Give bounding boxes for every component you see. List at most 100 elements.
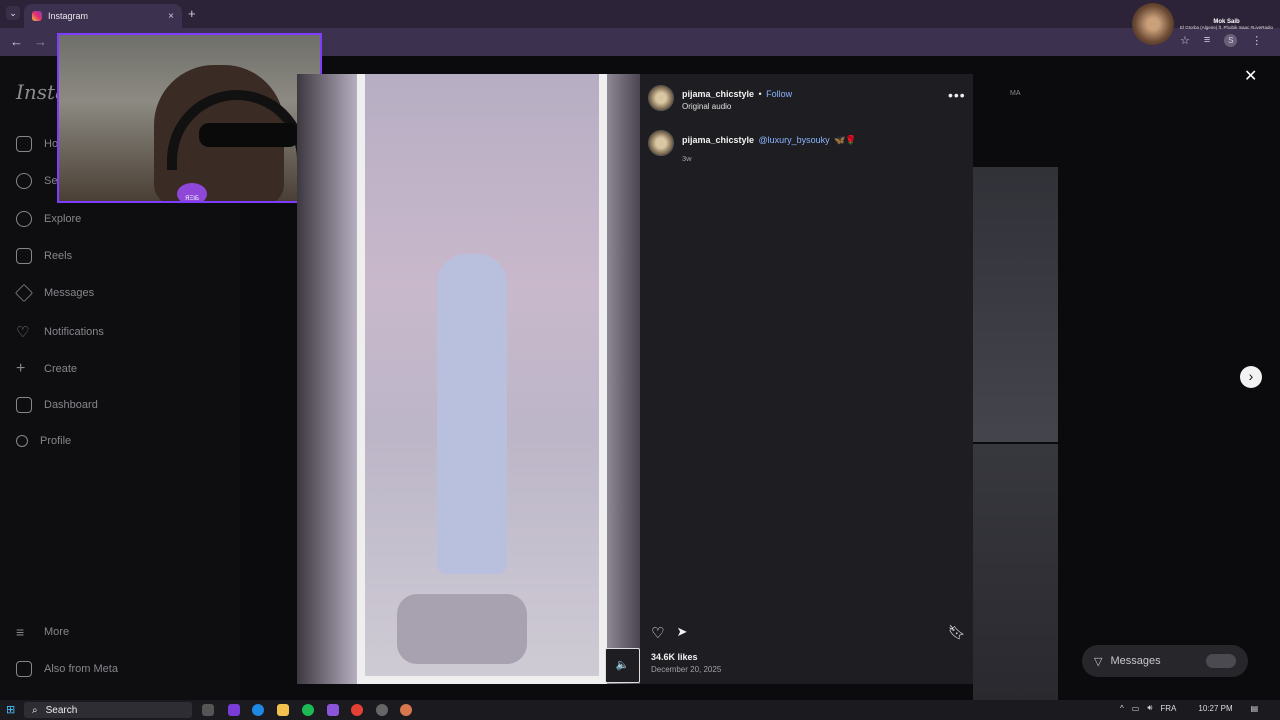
like-heart-icon[interactable]: ♡ [651, 624, 664, 642]
caption-emoji: 🦋🌹 [834, 135, 857, 145]
heart-icon: ♡ [16, 324, 30, 341]
forward-button[interactable]: → [34, 34, 47, 49]
twitch-icon[interactable] [327, 704, 339, 716]
sidebar-item-profile[interactable]: Profile [16, 435, 71, 447]
taskbar-search-label: Search [45, 704, 78, 716]
close-modal-icon[interactable]: ✕ [1244, 66, 1257, 86]
task-view-icon[interactable] [202, 704, 214, 716]
plus-icon: + [16, 360, 26, 377]
post-actions: ♡ ➤ [651, 624, 687, 642]
sidebar-item-label: Ho [44, 138, 59, 150]
caption-avatar[interactable] [648, 130, 674, 156]
spotify-icon[interactable] [302, 704, 314, 716]
bookmark-icon[interactable]: 🔖︎ [948, 624, 966, 641]
hamburger-icon: ≡ [16, 624, 25, 640]
taskbar-search[interactable]: ⌕ Search [24, 702, 192, 718]
tab-instagram[interactable]: Instagram × [24, 4, 182, 28]
browser-toolbar-right: ☆ ≡ S ⋮ [1180, 34, 1262, 47]
share-icon[interactable]: ➤ [676, 624, 687, 642]
search-icon [16, 173, 32, 189]
sidebar-item-explore[interactable]: Explore [16, 211, 81, 227]
messages-button[interactable]: ▽ Messages [1082, 645, 1248, 677]
back-button[interactable]: ← [10, 34, 23, 49]
sidebar-item-messages[interactable]: Messages [14, 283, 95, 303]
message-icon: ▽ [1094, 655, 1103, 668]
sidebar-item-label: Explore [44, 213, 82, 225]
explore-icon [16, 211, 32, 227]
channel-badge: ЯΞIБ [177, 183, 207, 201]
language-indicator[interactable]: FRA [1160, 704, 1176, 713]
tab-close-icon[interactable]: × [168, 11, 174, 22]
likes-count[interactable]: 34.6K likes [651, 652, 698, 662]
audio-label[interactable]: Original audio [682, 102, 792, 111]
follow-button[interactable]: Follow [766, 89, 792, 99]
edge-icon[interactable] [252, 704, 264, 716]
tab-search-button[interactable]: ⌄ [6, 6, 20, 20]
post-header: pijama_chicstyle • Follow Original audio [648, 84, 792, 111]
sidebar-item-label: Messages [44, 287, 95, 299]
post-details-panel [640, 74, 973, 684]
dashboard-icon [16, 397, 32, 413]
sidebar-item-label: Also from Meta [44, 663, 118, 675]
mute-button[interactable]: 🔈 [605, 648, 640, 683]
sidebar-item-search[interactable]: Se [16, 173, 57, 189]
instagram-favicon-icon [32, 11, 42, 21]
sidebar-item-label: More [44, 626, 70, 638]
grid-thumbnail[interactable] [973, 167, 1058, 442]
sidebar-item-also-from-meta[interactable]: Also from Meta [16, 661, 118, 677]
post-video[interactable] [297, 74, 640, 684]
sidebar-item-create[interactable]: + Create [16, 360, 77, 378]
post-date: December 20, 2025 [651, 665, 722, 674]
obs-icon[interactable] [376, 704, 388, 716]
messages-icon [14, 283, 34, 303]
sidebar-item-notifications[interactable]: ♡ Notifications [16, 323, 104, 341]
clock[interactable]: 10:27 PM [1198, 704, 1232, 713]
system-tray: ^ ▭ 🔊︎ FRA 10:27 PM ▤ [1120, 703, 1258, 713]
sidebar-item-label: Reels [44, 250, 73, 262]
message-avatars [1206, 654, 1236, 668]
sidebar-item-label: Se [44, 175, 58, 187]
sidebar-item-dashboard[interactable]: Dashboard [16, 397, 98, 413]
windows-taskbar: ⊞ ⌕ Search ^ ▭ 🔊︎ FRA 10:27 PM ▤ [0, 700, 1280, 720]
reels-icon [16, 248, 32, 264]
bookmark-star-icon[interactable]: ☆ [1180, 34, 1190, 47]
tab-title: Instagram [48, 11, 89, 21]
sidebar-item-home[interactable]: Ho [16, 136, 58, 152]
notifications-icon[interactable]: ▤ [1251, 704, 1259, 713]
rug-shape [397, 594, 527, 664]
caption-mention[interactable]: @luxury_bysouky [759, 135, 830, 145]
volume-icon[interactable]: 🔊︎ [1147, 703, 1152, 713]
playlist-icon[interactable]: ≡ [1204, 34, 1210, 47]
meta-icon [16, 661, 32, 677]
search-icon: ⌕ [32, 704, 38, 716]
file-explorer-icon[interactable] [277, 704, 289, 716]
sidebar-item-label: Dashboard [44, 399, 98, 411]
app-icon[interactable] [228, 704, 240, 716]
background-story-label: MA [1010, 90, 1021, 97]
profile-button[interactable]: S [1224, 34, 1238, 47]
browser-menu-icon[interactable]: ⋮ [1251, 34, 1262, 47]
album-art-icon [1132, 3, 1174, 45]
next-post-chevron-icon[interactable]: › [1240, 366, 1262, 388]
windows-start-icon[interactable]: ⊞ [6, 703, 15, 716]
caption-timestamp: 3w [682, 154, 692, 163]
chrome-icon[interactable] [351, 704, 363, 716]
new-tab-button[interactable]: + [188, 6, 196, 21]
browser-active-icon[interactable] [400, 704, 412, 716]
sidebar-item-reels[interactable]: Reels [16, 248, 72, 264]
network-icon[interactable]: ▭ [1132, 704, 1140, 713]
sidebar-item-label: Notifications [44, 326, 104, 338]
post-username[interactable]: pijama_chicstyle [682, 89, 754, 99]
tray-chevron-icon[interactable]: ^ [1120, 704, 1124, 713]
sunglasses-shape [199, 123, 299, 147]
post-caption: pijama_chicstyle @luxury_bysouky 🦋🌹 3w [648, 130, 857, 163]
profile-icon [16, 435, 28, 447]
grid-thumbnail[interactable] [973, 444, 1058, 700]
avatar[interactable] [648, 84, 674, 111]
caption-username[interactable]: pijama_chicstyle [682, 135, 754, 145]
sidebar-item-label: Profile [40, 435, 72, 447]
sidebar-item-more[interactable]: ≡ More [16, 624, 69, 640]
video-subject [437, 254, 507, 574]
now-playing-subtitle: El Gtorba (Algerie) ft. Phobik Isaac #Li… [1180, 24, 1274, 30]
more-options-icon[interactable]: ••• [948, 87, 966, 103]
